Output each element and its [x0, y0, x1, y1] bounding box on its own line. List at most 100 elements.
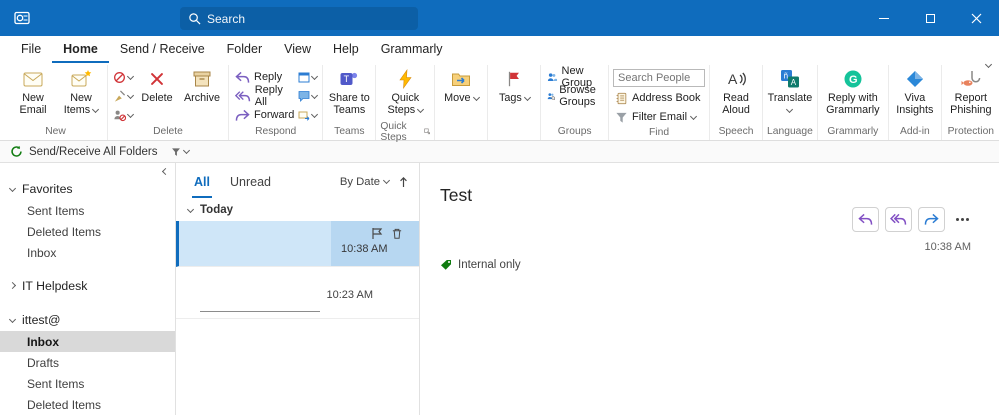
tags-button[interactable]: Tags	[492, 65, 536, 104]
reply-label: Reply	[254, 71, 283, 83]
share-to-teams-button[interactable]: T Share to Teams	[327, 65, 371, 117]
helpdesk-account-header[interactable]: IT Helpdesk	[0, 274, 175, 297]
new-items-button[interactable]: New Items	[59, 65, 103, 117]
viva-insights-icon	[905, 68, 925, 89]
collapse-folder-pane-button[interactable]	[161, 167, 170, 176]
move-button[interactable]: Move	[439, 65, 483, 104]
ribbon-group-language: ñA Translate Language	[763, 65, 818, 140]
browse-groups-icon	[548, 93, 556, 100]
chevron-down-icon	[183, 146, 191, 155]
svg-text:T: T	[344, 74, 350, 84]
group-header-today[interactable]: Today	[176, 200, 419, 221]
close-button[interactable]	[953, 0, 999, 36]
folder-filter-button[interactable]	[171, 146, 191, 157]
delete-button[interactable]: Delete	[135, 65, 179, 104]
delete-icon	[148, 68, 166, 89]
report-phishing-button[interactable]: Report Phishing	[946, 65, 996, 117]
meeting-button[interactable]	[297, 69, 319, 85]
titlebar-search[interactable]	[180, 7, 418, 30]
address-book-icon	[616, 92, 627, 104]
reply-button[interactable]	[852, 207, 879, 232]
filter-email-button[interactable]: Filter Email	[613, 109, 705, 125]
reply-button[interactable]: Reply	[233, 69, 296, 85]
chevron-down-icon	[690, 112, 698, 120]
sort-direction-button[interactable]	[398, 176, 409, 188]
today-label: Today	[200, 204, 234, 216]
clean-up-button[interactable]	[112, 88, 135, 104]
reply-all-button[interactable]	[885, 207, 912, 232]
search-input[interactable]	[207, 11, 410, 26]
tab-home[interactable]: Home	[52, 36, 109, 63]
folder-drafts[interactable]: Drafts	[0, 352, 175, 373]
email-list-item-1[interactable]: 10:38 AM	[176, 221, 419, 267]
browse-groups-label: Browse Groups	[559, 84, 596, 108]
im-button[interactable]	[297, 88, 319, 104]
group-label-respond: Respond	[255, 126, 297, 137]
ribbon-group-delete: Delete Archive Delete	[108, 65, 229, 140]
forward-button[interactable]: Forward	[233, 107, 296, 123]
block-sender-button[interactable]	[112, 107, 135, 123]
reply-all-button[interactable]: Reply All	[233, 84, 296, 108]
delete-icon[interactable]	[391, 227, 403, 240]
new-email-label: New Email	[19, 92, 47, 117]
filter-tab-all[interactable]: All	[192, 166, 212, 198]
email-list-item-2[interactable]: 10:23 AM	[176, 267, 419, 319]
new-group-button[interactable]: New Group	[545, 65, 604, 89]
tab-help[interactable]: Help	[322, 36, 370, 63]
email-subject: Test	[440, 185, 473, 205]
outlook-app-icon[interactable]	[12, 8, 32, 28]
tab-send-receive[interactable]: Send / Receive	[109, 36, 216, 63]
translate-button[interactable]: ñA Translate	[768, 65, 812, 117]
forward-button[interactable]	[918, 207, 945, 232]
tab-grammarly[interactable]: Grammarly	[370, 36, 454, 63]
dialog-launcher-icon[interactable]	[424, 127, 431, 136]
group-label-find: Find	[649, 127, 670, 138]
browse-groups-button[interactable]: Browse Groups	[545, 84, 604, 108]
svg-text:ñ: ñ	[784, 71, 788, 80]
favorites-section-header[interactable]: Favorites	[0, 177, 175, 200]
favorite-folder-deleted-items[interactable]: Deleted Items	[0, 221, 175, 242]
more-actions-button[interactable]	[951, 207, 973, 232]
filter-tab-unread[interactable]: Unread	[228, 166, 273, 198]
favorite-folder-sent-items[interactable]: Sent Items	[0, 200, 175, 221]
more-respond-button[interactable]	[297, 107, 319, 123]
message-list-header: All Unread By Date	[176, 163, 419, 200]
viva-insights-button[interactable]: Viva Insights	[893, 65, 937, 117]
chevron-down-icon	[92, 106, 100, 114]
favorite-folder-inbox[interactable]: Inbox	[0, 242, 175, 263]
ribbon-group-new: New Email New Items New	[4, 65, 108, 140]
tab-folder[interactable]: Folder	[216, 36, 273, 63]
send-receive-label[interactable]: Send/Receive All Folders	[29, 146, 157, 158]
minimize-button[interactable]	[861, 0, 907, 36]
search-people-input[interactable]	[613, 69, 706, 87]
sort-by-date-button[interactable]: By Date	[340, 176, 391, 188]
reply-all-icon	[235, 90, 251, 101]
svg-text:A: A	[728, 71, 738, 87]
account-header-label: ittest@	[22, 313, 61, 327]
reply-with-grammarly-button[interactable]: G Reply with Grammarly	[822, 65, 884, 117]
quick-steps-label: Quick Steps	[381, 92, 429, 117]
account-section-header[interactable]: ittest@	[0, 308, 175, 331]
folder-inbox[interactable]: Inbox	[0, 331, 175, 352]
group-label-quick-steps: Quick Steps	[380, 121, 431, 143]
maximize-button[interactable]	[907, 0, 953, 36]
teams-icon: T	[339, 68, 359, 89]
chevron-down-icon	[472, 93, 480, 102]
flag-icon[interactable]	[371, 227, 383, 240]
folder-deleted-items[interactable]: Deleted Items	[0, 394, 175, 415]
read-aloud-button[interactable]: A Read Aloud	[714, 65, 758, 117]
new-email-button[interactable]: New Email	[8, 65, 58, 117]
tab-view[interactable]: View	[273, 36, 322, 63]
sensitivity-label[interactable]: Internal only	[440, 259, 521, 271]
viva-insights-label: Viva Insights	[896, 92, 934, 117]
favorites-header-label: Favorites	[22, 182, 73, 196]
quick-steps-button[interactable]: Quick Steps	[380, 65, 430, 117]
group-label-language: Language	[767, 126, 813, 137]
folder-sent-items[interactable]: Sent Items	[0, 373, 175, 394]
tab-file[interactable]: File	[10, 36, 52, 63]
address-book-button[interactable]: Address Book	[613, 90, 705, 106]
archive-button[interactable]: Archive	[180, 65, 224, 104]
new-email-icon	[22, 68, 44, 89]
ignore-button[interactable]	[112, 69, 135, 85]
titlebar	[0, 0, 999, 36]
